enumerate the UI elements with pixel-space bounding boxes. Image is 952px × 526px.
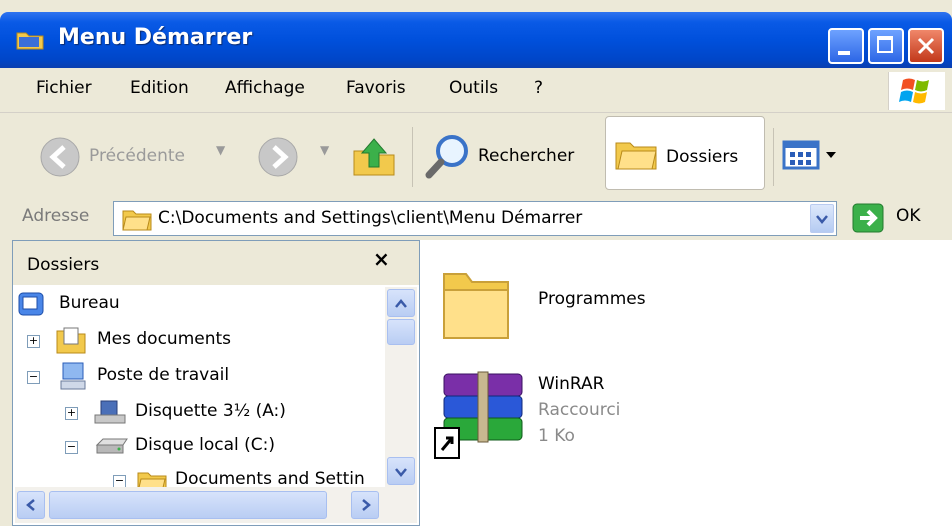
tree-item-label: Disque local (C:) [135,435,275,455]
tree-item-label: Disquette 3½ (A:) [135,401,286,421]
menu-fichier[interactable]: Fichier [36,78,92,98]
search-button[interactable] [424,131,474,186]
collapse-icon[interactable]: − [65,441,78,454]
forward-dropdown-icon[interactable]: ▼ [320,143,329,157]
tree-item-mes-documents[interactable]: + Mes documents [17,325,377,357]
vertical-scrollbar[interactable] [385,287,417,487]
menu-affichage[interactable]: Affichage [225,78,305,98]
go-button[interactable] [852,203,884,233]
folders-icon [615,142,657,170]
back-arrow-icon [40,137,80,177]
forward-arrow-icon [258,137,298,177]
pane-close-icon[interactable]: × [373,247,390,271]
menu-outils[interactable]: Outils [449,78,498,98]
horizontal-scrollbar[interactable] [15,487,417,523]
tree-item-label: Mes documents [97,329,232,349]
up-folder-icon [353,138,395,176]
winrar-icon [434,371,523,459]
file-item-programmes[interactable]: Programmes [440,264,700,344]
chevron-up-icon [395,299,407,308]
forward-button[interactable] [256,135,300,184]
tree-item-label: Bureau [59,293,120,313]
chevron-left-icon [26,499,35,511]
toolbar-separator [412,127,413,187]
search-icon [425,135,468,179]
search-label[interactable]: Rechercher [478,146,574,166]
minimize-button[interactable] [828,28,864,64]
tree-item-disque-local[interactable]: − Disque local (C:) [17,431,387,463]
file-size: 1 Ko [538,426,575,446]
scroll-thumb-horizontal[interactable] [49,491,327,519]
windows-logo [888,72,945,110]
folders-pane-header: Dossiers × [13,241,419,285]
scroll-down-button[interactable] [387,457,415,485]
tree-item-poste-de-travail[interactable]: − Poste de travail [17,361,377,393]
expand-icon[interactable]: + [27,335,40,348]
my-documents-icon [56,327,86,354]
maximize-button[interactable] [868,28,904,64]
scroll-thumb[interactable] [387,319,415,345]
go-arrow-icon [852,203,884,233]
chevron-down-icon [816,215,828,224]
file-type: Raccourci [538,400,621,420]
file-item-winrar[interactable]: WinRAR Raccourci 1 Ko [434,368,694,464]
collapse-icon[interactable]: − [27,371,40,384]
back-button[interactable] [38,135,82,184]
address-value: C:\Documents and Settings\client\Menu Dé… [158,208,583,228]
close-icon [917,37,935,55]
menu-bar: Fichier Edition Affichage Favoris Outils… [0,68,952,113]
file-name: WinRAR [538,374,605,394]
file-list-pane: Programmes WinRAR Raccourci 1 Ko [420,240,952,526]
tree-item-label: Documents and Settin [175,469,365,489]
menu-edition[interactable]: Edition [130,78,189,98]
my-computer-icon [60,362,86,390]
folder-icon [122,210,152,231]
folders-pane-title: Dossiers [27,255,100,275]
folder-icon [443,273,509,339]
views-button[interactable] [782,140,842,175]
file-name: Programmes [538,289,646,309]
hard-drive-icon [95,438,128,454]
folders-pane: Dossiers × Bureau + Mes documents − Post… [12,240,420,526]
back-dropdown-icon[interactable]: ▼ [216,143,225,157]
chevron-down-icon [395,468,407,477]
scroll-left-button[interactable] [17,491,45,519]
views-icon [782,140,836,170]
chevron-right-icon [362,499,371,511]
windows-flag-icon [899,78,929,104]
address-label: Adresse [22,206,90,226]
folders-toggle-button[interactable]: Dossiers [605,116,765,190]
scroll-up-button[interactable] [387,289,415,317]
address-bar: Adresse C:\Documents and Settings\client… [0,198,952,240]
back-label[interactable]: Précédente [89,146,185,166]
desktop-icon [18,292,44,316]
folder-icon [16,32,44,50]
tree-item-bureau[interactable]: Bureau [17,289,377,321]
close-button[interactable] [908,28,944,64]
go-label[interactable]: OK [896,206,921,226]
floppy-drive-icon [94,400,126,424]
up-folder-button[interactable] [350,133,398,186]
scroll-right-button[interactable] [351,491,379,519]
address-input[interactable]: C:\Documents and Settings\client\Menu Dé… [113,201,837,236]
window-title: Menu Démarrer [58,25,253,50]
explorer-window: Menu Démarrer Fichier Edition Affichage … [0,0,952,526]
title-bar[interactable]: Menu Démarrer [0,12,952,68]
folders-label: Dossiers [666,147,739,167]
toolbar-separator-2 [773,128,774,186]
tree-item-label: Poste de travail [97,365,230,385]
menu-help[interactable]: ? [534,78,543,98]
menu-favoris[interactable]: Favoris [346,78,406,98]
address-dropdown-button[interactable] [810,204,834,233]
expand-icon[interactable]: + [65,407,78,420]
tree-item-disquette[interactable]: + Disquette 3½ (A:) [17,397,387,429]
